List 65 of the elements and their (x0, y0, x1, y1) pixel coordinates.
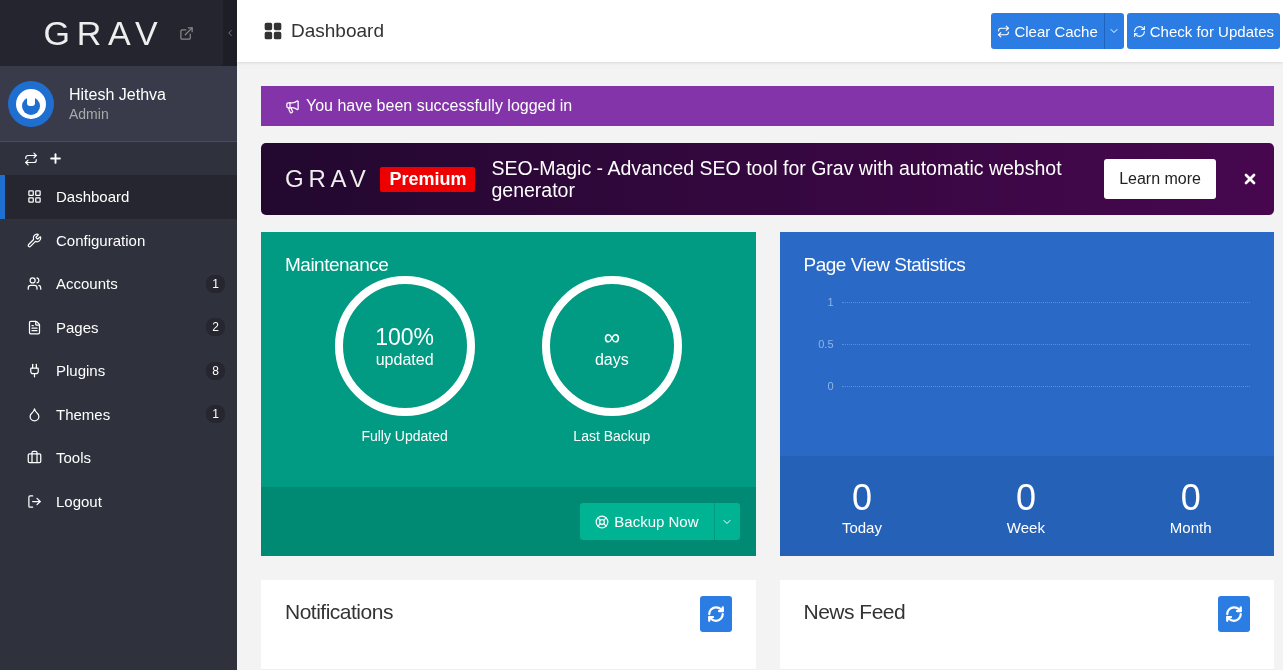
user-role: Admin (69, 105, 110, 122)
total-label: Week (1006, 518, 1045, 536)
sidebar-item[interactable]: Logout (0, 479, 237, 523)
refresh-button[interactable] (1218, 596, 1250, 632)
briefcase-icon (27, 450, 42, 466)
alert-text: You have been successfully logged in (306, 97, 573, 115)
sidebar-item[interactable]: Dashboard (0, 175, 237, 219)
plug-icon (27, 363, 42, 379)
promo-text: SEO-Magic - Advanced SEO tool for Grav with automatic webshot generator (491, 157, 1063, 201)
axis-label: 0.5 (817, 338, 834, 350)
wrench-icon (27, 232, 42, 248)
lifebuoy-icon (595, 514, 610, 529)
panel-title: Notifications (285, 599, 393, 624)
user-name: Hitesh Jethva (69, 85, 166, 104)
count-badge: 1 (206, 274, 225, 293)
total-label: Today (841, 518, 882, 536)
grid-icon (27, 189, 42, 205)
gauge-caption: Fully Updated (361, 428, 448, 444)
close-icon[interactable] (1242, 171, 1258, 187)
chevron-icon (225, 28, 235, 38)
drop-icon (27, 406, 42, 422)
sidebar-item[interactable]: Pages 2 (0, 305, 237, 349)
gauge-caption: Last Backup (573, 428, 651, 444)
logo: GRAV (285, 165, 371, 193)
sidebar-item[interactable]: Tools (0, 436, 237, 480)
sidebar-item[interactable]: Accounts 1 (0, 262, 237, 306)
plus-icon[interactable] (48, 151, 63, 166)
refresh-button[interactable] (699, 596, 732, 632)
count-badge: 1 (206, 405, 225, 424)
axis-label: 1 (826, 296, 834, 308)
check-updates-button[interactable]: Check for Updates (1126, 13, 1280, 49)
page-title: Dashboard (291, 20, 384, 42)
learn-more-button[interactable]: Learn more (1104, 159, 1216, 199)
gauge-unit: updated (375, 350, 434, 369)
total-value: 0 (1015, 476, 1036, 519)
card-title: Maintenance (284, 253, 390, 276)
gauge-unit: days (594, 350, 629, 369)
refresh-icon (1225, 605, 1243, 623)
repeat-icon (997, 24, 1011, 38)
card-title: Page View Statistics (802, 253, 967, 276)
axis-label: 0 (826, 380, 834, 392)
gauge-value: ∞ (603, 323, 621, 351)
clear-cache-button[interactable]: Clear Cache (991, 13, 1104, 49)
file-icon (27, 319, 42, 335)
sidebar-item[interactable]: Plugins 8 (0, 349, 237, 393)
users-icon (27, 276, 42, 292)
sidebar-item[interactable]: Themes 1 (0, 392, 237, 436)
panel-title: News Feed (803, 599, 906, 624)
sidebar-item[interactable]: Configuration (0, 218, 237, 262)
total-value: 0 (1180, 476, 1201, 519)
repeat-icon[interactable] (24, 151, 38, 166)
grid-icon (263, 21, 283, 41)
external-link-icon[interactable] (178, 25, 194, 41)
count-badge: 2 (206, 318, 225, 337)
total-label: Month (1169, 518, 1212, 536)
refresh-icon (1132, 24, 1146, 38)
avatar (7, 79, 55, 128)
logout-icon (27, 493, 42, 509)
total-value: 0 (851, 476, 872, 519)
refresh-icon (706, 605, 725, 623)
megaphone-icon (285, 98, 300, 114)
gauge-value: 100% (375, 323, 435, 351)
caret-button[interactable] (1103, 13, 1124, 49)
count-badge: 8 (206, 361, 225, 380)
premium-label: Premium (380, 166, 476, 192)
